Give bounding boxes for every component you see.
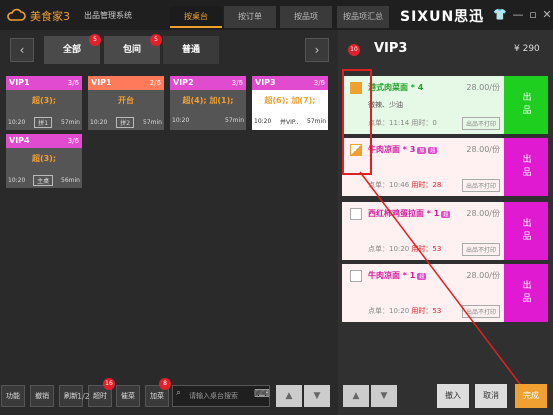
print-toggle-button[interactable]: 出品不打印 — [461, 179, 500, 192]
tab-by-table[interactable]: 按桌台 — [170, 6, 222, 28]
next-page-button[interactable]: › — [305, 38, 329, 62]
table-card[interactable]: VIP2 3/6 超(4); 加(1); 10:20 57min — [170, 76, 246, 130]
table-status: 超(3); — [31, 96, 57, 105]
print-toggle-button[interactable]: 出品不打印 — [461, 243, 500, 256]
dish-item[interactable]: 牛肉凉面 * 3加超 28.00/份 点单：10:46 用时：28 出品不打印 — [342, 138, 504, 196]
close-icon[interactable]: ✕ — [540, 8, 553, 21]
dish-checkbox[interactable] — [350, 144, 362, 156]
dish-price: 28.00/份 — [466, 83, 500, 92]
dish-name: 港式肉菜面 * 4 — [368, 83, 424, 92]
table-card[interactable]: VIP1 2/6 开台 10:20 拼2 57min — [88, 76, 164, 130]
dish-name: 牛肉凉面 * 3加超 — [368, 145, 438, 154]
table-status: 超(4); 加(1); — [182, 96, 234, 105]
filter-all-badge: 5 — [89, 34, 101, 46]
table-card[interactable]: VIP1 3/6 超(3); 10:20 拼1 57min — [6, 76, 82, 130]
minimize-icon[interactable]: — — [511, 8, 525, 21]
table-tag: 拼1 — [34, 117, 53, 128]
dish-count-badge: 10 — [348, 44, 360, 56]
undo-button[interactable]: 撤销 — [30, 385, 54, 407]
dish-price: 28.00/份 — [466, 145, 500, 154]
table-time: 10:20 — [8, 177, 26, 184]
table-time: 10:20 — [172, 117, 190, 124]
brand-logo: SIXUN思迅 — [400, 9, 485, 25]
dish-note: 微辣、少油 — [368, 101, 403, 109]
table-tag: 拼2 — [116, 117, 135, 128]
table-duration: 56min — [61, 177, 80, 184]
rush-button[interactable]: 催菜 — [116, 385, 140, 407]
add-dish-badge: 8 — [159, 378, 171, 390]
order-detail-panel: 10 VIP3 ¥ 290 港式肉菜面 * 4 28.00/份 微辣、少油 点单… — [338, 30, 553, 415]
filter-regular-button[interactable]: 普通 — [163, 36, 219, 64]
dish-name: 牛肉凉面 * 1超 — [368, 271, 427, 280]
tab-by-dish[interactable]: 按品项 — [280, 6, 332, 28]
order-total: ¥ 290 — [514, 44, 540, 54]
move-in-button[interactable]: 撤入 — [437, 384, 469, 408]
table-duration: 57min — [307, 118, 326, 125]
table-time: 10:20 — [254, 118, 272, 125]
cloud-logo-icon — [7, 8, 26, 21]
serve-button[interactable]: 出品 — [504, 76, 548, 134]
table-card-header: VIP1 3/6 — [6, 76, 82, 90]
table-panel: ‹ 全部 5 包间 5 普通 › VIP1 3/6 超(3); 10:20 拼1 57… — [0, 30, 337, 415]
serve-button[interactable]: 出品 — [504, 264, 548, 322]
filter-private-room-badge: 5 — [150, 34, 162, 46]
dish-meta: 点单：11:14 用时：0 — [368, 119, 437, 127]
scroll-up-button[interactable]: ▲ — [276, 385, 302, 407]
table-card-header: VIP2 3/6 — [170, 76, 246, 90]
dish-checkbox[interactable] — [350, 208, 362, 220]
table-status: 开台 — [118, 96, 134, 105]
dish-checkbox[interactable] — [350, 270, 362, 282]
dish-meta: 点单：10:20 用时：53 — [368, 307, 442, 315]
dish-item[interactable]: 牛肉凉面 * 1超 28.00/份 点单：10:20 用时：53 出品不打印 — [342, 264, 504, 322]
dish-item[interactable]: 港式肉菜面 * 4 28.00/份 微辣、少油 点单：11:14 用时：0 出品… — [342, 76, 504, 134]
dish-name: 西红柿鸡蛋拉面 * 1超 — [368, 209, 451, 218]
table-card-header: VIP1 2/6 — [88, 76, 164, 90]
dish-item[interactable]: 西红柿鸡蛋拉面 * 1超 28.00/份 点单：10:20 用时：53 出品不打… — [342, 202, 504, 260]
table-tag: 主桌 — [33, 175, 54, 186]
restore-icon[interactable]: ▫ — [526, 8, 540, 21]
table-status: 超(6); 加(7); — [264, 96, 316, 105]
table-duration: 57min — [61, 119, 80, 126]
serve-button[interactable]: 出品 — [504, 138, 548, 196]
table-card-header: VIP3 3/6 — [252, 76, 328, 90]
print-toggle-button[interactable]: 出品不打印 — [461, 117, 500, 130]
tab-by-order[interactable]: 按订单 — [224, 6, 276, 28]
table-duration: 57min — [225, 117, 244, 124]
scroll-down-button[interactable]: ▼ — [304, 385, 330, 407]
dish-price: 28.00/份 — [466, 209, 500, 218]
tab-dish-summary[interactable]: 按品项汇总 — [337, 6, 389, 28]
table-duration: 57min — [143, 119, 162, 126]
overdue-badge: 16 — [103, 378, 115, 390]
dish-price: 28.00/份 — [466, 271, 500, 280]
app-subtitle: 出品管理系统 — [84, 11, 132, 20]
print-toggle-button[interactable]: 出品不打印 — [461, 305, 500, 318]
table-time: 10:20 — [8, 119, 26, 126]
keyboard-icon[interactable]: ⌨ — [254, 387, 270, 400]
complete-button[interactable]: 完成 — [515, 384, 547, 408]
search-icon: ⌕ — [176, 388, 182, 398]
dish-scroll-down-button[interactable]: ▼ — [371, 385, 397, 407]
shirt-icon[interactable]: 👕 — [493, 8, 507, 21]
serve-button[interactable]: 出品 — [504, 202, 548, 260]
page-indicator: 1/2 — [77, 392, 90, 401]
dish-meta: 点单：10:20 用时：53 — [368, 245, 442, 253]
dish-scroll-up-button[interactable]: ▲ — [343, 385, 369, 407]
cancel-button[interactable]: 取消 — [475, 384, 507, 408]
table-card-selected[interactable]: VIP3 3/6 超(6); 加(7); 10:20 并VIP.. 57min — [252, 76, 328, 130]
table-card[interactable]: VIP4 3/6 超(3); 10:20 主桌 56min — [6, 134, 82, 188]
function-button[interactable]: 功能 — [1, 385, 25, 407]
dish-checkbox[interactable] — [350, 82, 362, 94]
table-card-header: VIP4 3/6 — [6, 134, 82, 148]
table-status: 超(3); — [31, 154, 57, 163]
table-tag: 并VIP.. — [279, 119, 299, 126]
app-title: 美食家3 — [30, 10, 70, 23]
prev-page-button[interactable]: ‹ — [10, 38, 34, 62]
dish-meta: 点单：10:46 用时：28 — [368, 181, 442, 189]
selected-table-title: VIP3 — [374, 41, 408, 56]
table-time: 10:20 — [90, 119, 108, 126]
